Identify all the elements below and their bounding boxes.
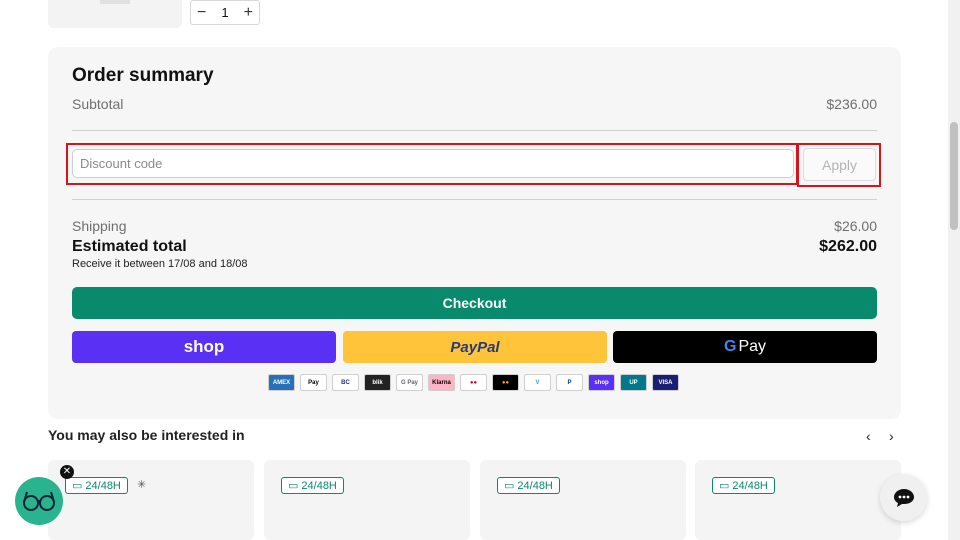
estimated-total-label: Estimated total (72, 238, 187, 255)
delivery-badge-label: 24/48H (301, 479, 337, 492)
product-card[interactable]: ▭ 24/48H ✳ (48, 460, 254, 540)
order-summary-title: Order summary (72, 65, 214, 86)
estimated-total-value: $262.00 (819, 238, 877, 255)
quantity-stepper[interactable]: − 1 + (190, 0, 260, 25)
apple-pay-icon: Pay (300, 374, 327, 391)
delivery-badge: ▭ 24/48H (497, 477, 560, 494)
apply-discount-button[interactable]: Apply (803, 148, 876, 181)
truck-icon: ▭ (719, 480, 730, 492)
divider (72, 130, 877, 131)
payment-methods-list: AMEX Pay BC blik G Pay Klarna ●● ●● V Pshop UP VISA (268, 374, 679, 391)
glasses-icon (23, 491, 55, 511)
product-thumbnail (48, 0, 182, 28)
order-summary-panel (48, 47, 901, 419)
delivery-badge: ▭ 24/48H (281, 477, 344, 494)
scrollbar-thumb[interactable] (950, 122, 958, 230)
shop-pay-icon: shop (588, 374, 615, 391)
sparkle-icon: ✳ (137, 479, 147, 491)
paypal-button[interactable]: PayPal (343, 331, 607, 363)
shop-pay-label: shop (183, 337, 225, 356)
page-scrollbar[interactable] (948, 0, 960, 540)
truck-icon: ▭ (72, 480, 83, 492)
subtotal-value: $236.00 (826, 96, 877, 112)
unionpay-icon: UP (620, 374, 647, 391)
shipping-label: Shipping (72, 218, 127, 234)
delivery-badge-label: 24/48H (85, 479, 121, 492)
delivery-badge-label: 24/48H (732, 479, 768, 492)
paypal-label: PayPal (450, 338, 500, 356)
klarna-icon: Klarna (428, 374, 455, 391)
chat-bubble-icon (893, 488, 914, 507)
delivery-estimate: Receive it between 17/08 and 18/08 (72, 258, 248, 270)
checkout-button[interactable]: Checkout (72, 287, 877, 319)
amex-icon: AMEX (268, 374, 295, 391)
truck-icon: ▭ (504, 480, 515, 492)
google-pay-label: Pay (738, 338, 767, 355)
bancontact-icon: BC (332, 374, 359, 391)
google-g-icon: G (723, 338, 737, 355)
product-card[interactable]: ▭ 24/48H (480, 460, 686, 540)
blik-icon: blik (364, 374, 391, 391)
google-pay-icon: G Pay (396, 374, 423, 391)
delivery-badge: ▭ 24/48H (712, 477, 775, 494)
product-card[interactable]: ▭ 24/48H (264, 460, 470, 540)
product-card[interactable]: ▭ 24/48H (695, 460, 901, 540)
recommendations-title: You may also be interested in (48, 427, 245, 443)
carousel-next-button[interactable]: › (889, 428, 894, 444)
subtotal-label: Subtotal (72, 96, 124, 112)
close-icon[interactable]: ✕ (60, 465, 74, 479)
discount-code-input[interactable] (72, 149, 794, 178)
venmo-icon: V (524, 374, 551, 391)
paypal-icon: P (556, 374, 583, 391)
accessibility-widget-button[interactable] (15, 477, 63, 525)
visa-icon: VISA (652, 374, 679, 391)
google-pay-button[interactable]: G Pay (613, 331, 877, 363)
truck-icon: ▭ (288, 480, 299, 492)
chat-button[interactable] (880, 474, 927, 521)
carousel-prev-button[interactable]: ‹ (866, 428, 871, 444)
shipping-value: $26.00 (834, 218, 877, 234)
quantity-value: 1 (221, 5, 229, 20)
delivery-badge-label: 24/48H (517, 479, 553, 492)
maestro-icon: ●● (460, 374, 487, 391)
divider (72, 199, 877, 200)
mastercard-icon: ●● (492, 374, 519, 391)
delivery-badge: ▭ 24/48H (65, 477, 128, 494)
decrease-quantity-button[interactable]: − (197, 4, 206, 21)
increase-quantity-button[interactable]: + (244, 4, 253, 21)
shop-pay-button[interactable]: shop (72, 331, 336, 363)
